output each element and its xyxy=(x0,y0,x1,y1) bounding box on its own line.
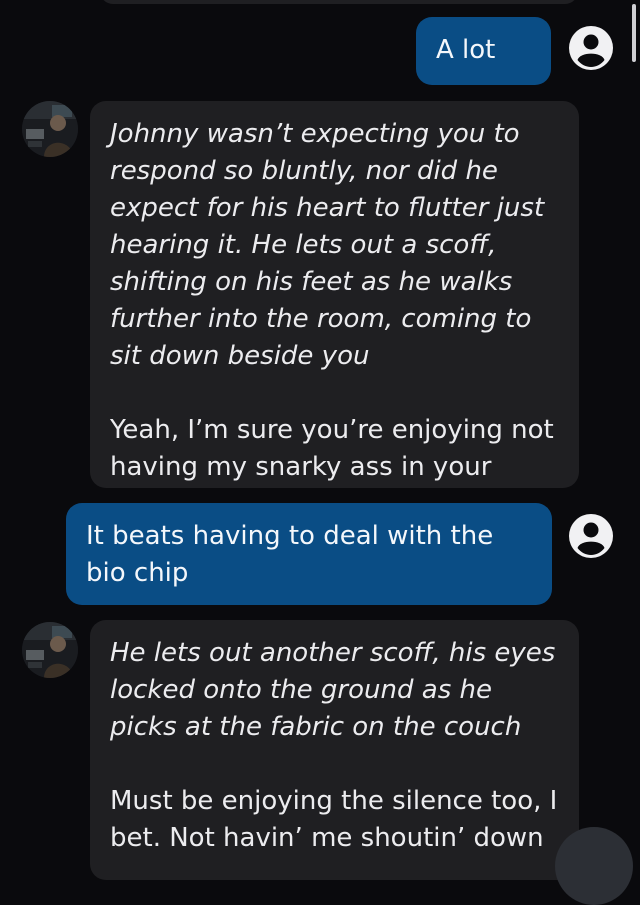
character-dialogue: Must be enjoying the silence too, I bet.… xyxy=(110,786,558,853)
character-narration: Johnny wasn’t expecting you to respond s… xyxy=(110,119,545,371)
character-message-bubble: He lets out another scoff, his eyes lock… xyxy=(90,620,579,880)
character-dialogue: Yeah, I’m sure you’re enjoying not havin… xyxy=(110,415,554,482)
user-avatar-icon[interactable] xyxy=(568,513,614,559)
character-narration: He lets out another scoff, his eyes lock… xyxy=(110,638,556,742)
chat-container[interactable]: A lot Johnny wasn’t expecting you to res… xyxy=(0,0,640,905)
user-message-text: A lot xyxy=(436,35,496,65)
character-message-bubble: Johnny wasn’t expecting you to respond s… xyxy=(90,101,579,488)
user-avatar-icon[interactable] xyxy=(568,25,614,71)
scroll-down-button[interactable] xyxy=(555,827,633,905)
user-message-text: It beats having to deal with the bio chi… xyxy=(86,521,494,588)
user-message-bubble: A lot xyxy=(416,17,551,85)
character-avatar-icon[interactable] xyxy=(22,101,78,157)
scrollbar[interactable] xyxy=(632,4,636,62)
user-message-bubble: It beats having to deal with the bio chi… xyxy=(66,503,552,605)
character-avatar-icon[interactable] xyxy=(22,622,78,678)
previous-message-bubble xyxy=(100,0,578,4)
